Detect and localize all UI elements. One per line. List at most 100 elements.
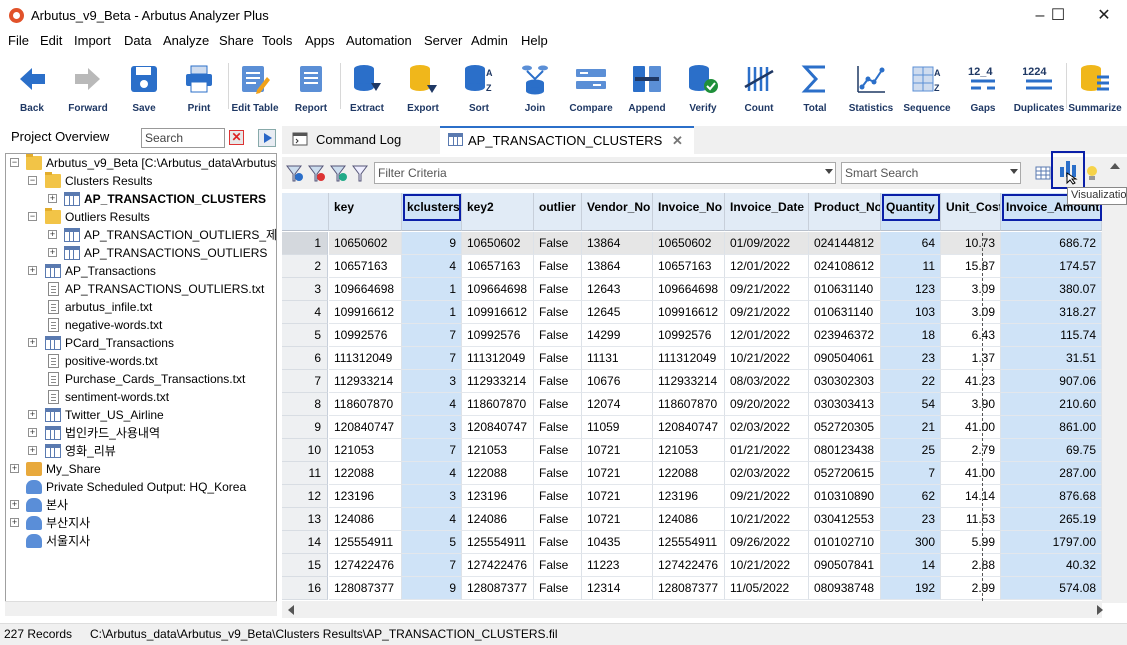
tree-node-negative-words[interactable]: negative-words.txt <box>8 316 276 334</box>
cell-product-no[interactable]: 030412553 <box>809 508 881 531</box>
cell-key2[interactable]: 127422476 <box>462 554 534 577</box>
cell-outlier[interactable]: False <box>534 255 582 278</box>
cell-invoice-date[interactable]: 12/01/2022 <box>725 324 809 347</box>
row-number[interactable]: 2 <box>282 255 328 278</box>
cell-key[interactable]: 10992576 <box>329 324 402 347</box>
cell-quantity[interactable]: 23 <box>881 347 941 370</box>
cell-outlier[interactable]: False <box>534 554 582 577</box>
cell-invoice-date[interactable]: 10/21/2022 <box>725 347 809 370</box>
cell-kclusters[interactable]: 1 <box>402 278 462 301</box>
cell-unit-cost[interactable]: 2.99 <box>941 577 1001 600</box>
cell-unit-cost[interactable]: 1.37 <box>941 347 1001 370</box>
expand-icon[interactable]: + <box>48 248 57 257</box>
column-header-invoice-date[interactable]: Invoice_Date <box>725 193 809 231</box>
cell-product-no[interactable]: 010631140 <box>809 301 881 324</box>
cell-invoice-date[interactable]: 09/21/2022 <box>725 301 809 324</box>
saved-filter-icon[interactable] <box>330 165 347 182</box>
row-number[interactable]: 12 <box>282 485 328 508</box>
cell-key[interactable]: 111312049 <box>329 347 402 370</box>
tree-node-sentiment-words[interactable]: sentiment-words.txt <box>8 388 276 406</box>
cell-product-no[interactable]: 030302303 <box>809 370 881 393</box>
cell-key2[interactable]: 111312049 <box>462 347 534 370</box>
cell-quantity[interactable]: 22 <box>881 370 941 393</box>
cell-key2[interactable]: 128087377 <box>462 577 534 600</box>
cell-invoice-no[interactable]: 111312049 <box>653 347 725 370</box>
cell-vendor-no[interactable]: 10721 <box>582 508 653 531</box>
cell-key2[interactable]: 124086 <box>462 508 534 531</box>
collapse-icon[interactable]: − <box>28 212 37 221</box>
close-button[interactable]: ✕ <box>1081 0 1127 31</box>
row-number[interactable]: 5 <box>282 324 328 347</box>
cell-vendor-no[interactable]: 10721 <box>582 439 653 462</box>
expand-icon[interactable]: + <box>28 428 37 437</box>
cell-key2[interactable]: 121053 <box>462 439 534 462</box>
cell-invoice-date[interactable]: 09/21/2022 <box>725 278 809 301</box>
cell-invoice-amount[interactable]: 31.51 <box>1001 347 1102 370</box>
cell-invoice-amount[interactable]: 265.19 <box>1001 508 1102 531</box>
cell-unit-cost[interactable]: 41.23 <box>941 370 1001 393</box>
cell-quantity[interactable]: 62 <box>881 485 941 508</box>
cell-outlier[interactable]: False <box>534 324 582 347</box>
row-number[interactable]: 8 <box>282 393 328 416</box>
cell-key[interactable]: 118607870 <box>329 393 402 416</box>
tree-node-private-scheduled-output[interactable]: Private Scheduled Output: HQ_Korea <box>8 478 276 496</box>
cell-vendor-no[interactable]: 10721 <box>582 485 653 508</box>
tab-command-log[interactable]: Command Log <box>282 126 440 154</box>
cell-outlier[interactable]: False <box>534 462 582 485</box>
tree-node-pcard-transactions[interactable]: + PCard_Transactions <box>8 334 276 352</box>
menu-server[interactable]: Server <box>424 33 462 48</box>
cell-invoice-amount[interactable]: 380.07 <box>1001 278 1102 301</box>
cell-kclusters[interactable]: 4 <box>402 462 462 485</box>
cell-quantity[interactable]: 23 <box>881 508 941 531</box>
scroll-right-icon[interactable] <box>1097 605 1103 615</box>
cell-outlier[interactable]: False <box>534 439 582 462</box>
cell-key2[interactable]: 109664698 <box>462 278 534 301</box>
grid-horizontal-scrollbar[interactable] <box>282 601 1103 618</box>
cell-invoice-amount[interactable]: 907.06 <box>1001 370 1102 393</box>
cell-invoice-date[interactable]: 09/26/2022 <box>725 531 809 554</box>
cell-quantity[interactable]: 103 <box>881 301 941 324</box>
cell-product-no[interactable]: 010310890 <box>809 485 881 508</box>
menu-tools[interactable]: Tools <box>262 33 292 48</box>
column-header-product-no[interactable]: Product_No <box>809 193 881 231</box>
cell-vendor-no[interactable]: 12074 <box>582 393 653 416</box>
cell-quantity[interactable]: 300 <box>881 531 941 554</box>
clear-search-icon[interactable]: ✕ <box>229 130 244 145</box>
cell-invoice-date[interactable]: 08/03/2022 <box>725 370 809 393</box>
cell-invoice-amount[interactable]: 40.32 <box>1001 554 1102 577</box>
edit-table-button[interactable]: Edit Table <box>227 55 283 117</box>
cell-invoice-no[interactable]: 10657163 <box>653 255 725 278</box>
cell-outlier[interactable]: False <box>534 370 582 393</box>
chevron-down-icon[interactable] <box>825 169 833 174</box>
cell-invoice-amount[interactable]: 210.60 <box>1001 393 1102 416</box>
cell-quantity[interactable]: 14 <box>881 554 941 577</box>
cell-unit-cost[interactable]: 6.43 <box>941 324 1001 347</box>
cell-key2[interactable]: 112933214 <box>462 370 534 393</box>
filter-icon[interactable] <box>352 165 368 182</box>
cell-key[interactable]: 121053 <box>329 439 402 462</box>
cell-unit-cost[interactable]: 11.53 <box>941 508 1001 531</box>
cell-kclusters[interactable]: 9 <box>402 232 462 255</box>
cell-quantity[interactable]: 64 <box>881 232 941 255</box>
close-tab-icon[interactable]: ✕ <box>672 129 683 153</box>
menu-edit[interactable]: Edit <box>40 33 62 48</box>
cell-product-no[interactable]: 052720615 <box>809 462 881 485</box>
cell-invoice-amount[interactable]: 861.00 <box>1001 416 1102 439</box>
tree-node-project-root[interactable]: − Arbutus_v9_Beta [C:\Arbutus_data\Arbutu… <box>8 154 276 172</box>
cell-unit-cost[interactable]: 41.00 <box>941 462 1001 485</box>
cell-key2[interactable]: 120840747 <box>462 416 534 439</box>
cell-vendor-no[interactable]: 13864 <box>582 255 653 278</box>
collapse-icon[interactable]: − <box>10 158 19 167</box>
cell-invoice-no[interactable]: 120840747 <box>653 416 725 439</box>
cell-vendor-no[interactable]: 12645 <box>582 301 653 324</box>
cell-invoice-date[interactable]: 01/21/2022 <box>725 439 809 462</box>
cell-invoice-no[interactable]: 10650602 <box>653 232 725 255</box>
row-number[interactable]: 13 <box>282 508 328 531</box>
cell-key2[interactable]: 118607870 <box>462 393 534 416</box>
tree-node-ap-transaction-clusters[interactable]: + AP_TRANSACTION_CLUSTERS <box>8 190 276 208</box>
tree-node-twitter-us-airline[interactable]: + Twitter_US_Airline <box>8 406 276 424</box>
cell-invoice-no[interactable]: 125554911 <box>653 531 725 554</box>
cell-invoice-date[interactable]: 10/21/2022 <box>725 554 809 577</box>
column-header-key[interactable]: key <box>329 193 402 231</box>
cell-product-no[interactable]: 090507841 <box>809 554 881 577</box>
